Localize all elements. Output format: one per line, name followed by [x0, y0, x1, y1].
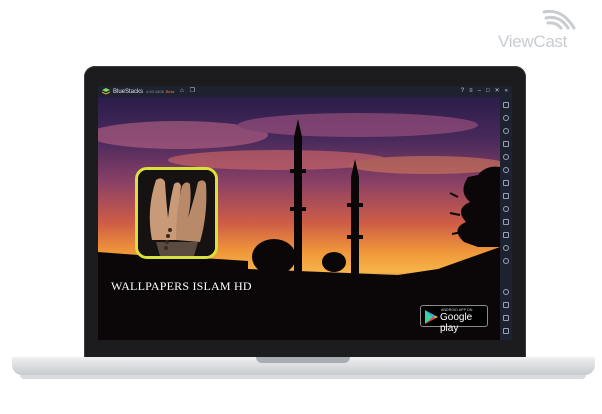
screenshot-icon[interactable] [503, 193, 509, 199]
close-icon[interactable]: ✕ [495, 86, 500, 97]
home-nav-icon[interactable] [503, 315, 509, 321]
maximize-icon[interactable]: □ [486, 86, 490, 97]
folder-icon[interactable] [503, 219, 509, 225]
location-icon[interactable] [503, 258, 509, 264]
app-title: WALLPAPERS ISLAM HD [111, 279, 252, 293]
bluestacks-logo-icon [102, 88, 110, 95]
app-icon[interactable] [135, 167, 218, 259]
viewcast-watermark: ViewCast [498, 6, 594, 52]
laptop-screen: BlueStacks 4.60.1508 Beta ⌂ ❐ ? ≡ – □ ✕ … [98, 86, 512, 340]
app-content[interactable]: WALLPAPERS ISLAM HD ANDROID APP ON Googl… [98, 97, 500, 340]
watermark-text: ViewCast [498, 32, 568, 51]
record-icon[interactable] [503, 206, 509, 212]
back-icon[interactable] [503, 302, 509, 308]
volume-down-icon[interactable] [503, 128, 509, 134]
google-play-triangle-icon [425, 310, 438, 324]
app-name: BlueStacks [113, 88, 144, 95]
bluestacks-titlebar: BlueStacks 4.60.1508 Beta ⌂ ❐ ? ≡ – □ ✕ … [98, 86, 512, 97]
recents-icon[interactable] [503, 328, 509, 334]
settings-icon[interactable] [503, 289, 509, 295]
help-icon[interactable]: ? [461, 86, 464, 97]
wifi-signal-icon [542, 9, 576, 30]
badge-big-text: Google play [440, 312, 473, 334]
eye-icon[interactable] [503, 154, 509, 160]
shake-icon[interactable] [503, 180, 509, 186]
minimize-icon[interactable]: – [478, 86, 481, 97]
window-controls: ? ≡ – □ ✕ « [461, 86, 508, 97]
laptop-foot [20, 375, 586, 379]
rotate-icon[interactable] [503, 167, 509, 173]
beta-tag: Beta [165, 89, 175, 94]
fullscreen-icon[interactable] [503, 102, 509, 108]
keyboard-icon[interactable] [503, 141, 509, 147]
praying-hands-icon [138, 170, 215, 256]
copy-icon[interactable] [503, 232, 509, 238]
collapse-sidebar-icon[interactable]: « [505, 86, 508, 97]
app-version: 4.60.1508 [146, 89, 164, 94]
home-icon[interactable]: ⌂ [180, 86, 184, 97]
multi-instance-icon[interactable]: ❐ [190, 86, 195, 97]
bluestacks-sidebar [500, 97, 512, 340]
macro-icon[interactable] [503, 245, 509, 251]
google-play-badge[interactable]: ANDROID APP ON Google play [420, 305, 488, 334]
volume-up-icon[interactable] [503, 115, 509, 121]
menu-icon[interactable]: ≡ [469, 86, 473, 97]
laptop-notch [256, 357, 350, 363]
